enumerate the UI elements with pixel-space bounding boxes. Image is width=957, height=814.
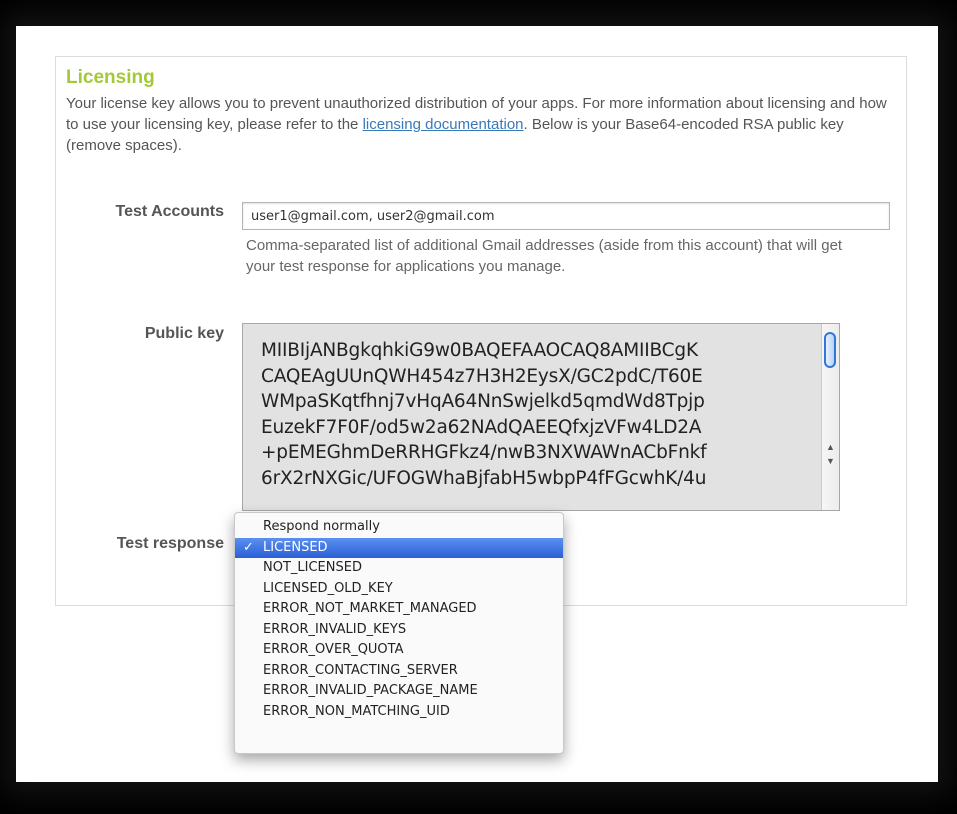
- dropdown-option-label: ERROR_OVER_QUOTA: [263, 642, 404, 657]
- test-accounts-label: Test Accounts: [115, 203, 224, 220]
- dropdown-option-label: ERROR_NON_MATCHING_UID: [263, 703, 450, 719]
- dropdown-option-label: ERROR_NOT_MARKET_MANAGED: [263, 601, 477, 616]
- licensing-documentation-link[interactable]: licensing documentation: [363, 116, 524, 133]
- public-key-line: EuzekF7F0F/od5w2a62NAdQAEEQfxjzVFw4LD2A: [261, 416, 702, 438]
- public-key-label: Public key: [144, 325, 224, 342]
- dropdown-option-label: ERROR_INVALID_KEYS: [263, 621, 407, 637]
- public-key-textarea[interactable]: MIIBIjANBgkqhkiG9w0BAQEFAAOCAQ8AMIIBCgK C…: [242, 323, 840, 511]
- test-response-label: Test response: [116, 535, 224, 552]
- test-accounts-input[interactable]: user1@gmail.com, user2@gmail.com: [242, 202, 890, 230]
- dropdown-option[interactable]: ERROR_INVALID_KEYS: [235, 620, 563, 640]
- checkmark-icon: ✓: [243, 539, 254, 555]
- dropdown-option-label: ERROR_CONTACTING_SERVER: [263, 662, 458, 678]
- screenshot-frame: Licensing Your license key allows you to…: [16, 26, 938, 782]
- dropdown-option-label: Respond normally: [263, 519, 380, 534]
- dropdown-option[interactable]: ERROR_OVER_QUOTA: [235, 640, 563, 660]
- public-key-text: MIIBIjANBgkqhkiG9w0BAQEFAAOCAQ8AMIIBCgK C…: [261, 338, 821, 491]
- dropdown-option[interactable]: NOT_LICENSED: [235, 558, 563, 578]
- dropdown-option-label: ERROR_INVALID_PACKAGE_NAME: [263, 683, 478, 698]
- public-key-line: 6rX2rNXGic/UFOGWhaBjfabH5wbpP4fFGcwhK/4u: [261, 467, 707, 489]
- dropdown-option[interactable]: ERROR_INVALID_PACKAGE_NAME: [235, 681, 563, 701]
- test-accounts-help: Comma-separated list of additional Gmail…: [246, 237, 843, 275]
- dropdown-option[interactable]: Respond normally: [235, 517, 563, 537]
- dropdown-option-label: LICENSED_OLD_KEY: [263, 580, 393, 596]
- dropdown-option[interactable]: ✓ LICENSED: [235, 537, 563, 558]
- licensing-panel: Licensing Your license key allows you to…: [55, 56, 907, 754]
- dropdown-option[interactable]: ERROR_CONTACTING_SERVER: [235, 661, 563, 681]
- scroll-up-icon[interactable]: ▲: [826, 442, 835, 452]
- public-key-line: +pEMEGhmDeRRHGFkz4/nwB3NXWAWnACbFnkf: [261, 442, 707, 463]
- test-response-dropdown-menu[interactable]: Respond normally ✓ LICENSED NOT_LICENSED LIC…: [234, 512, 564, 754]
- scroll-down-icon[interactable]: ▼: [826, 456, 835, 466]
- dropdown-option-label: LICENSED: [263, 539, 328, 555]
- public-key-line: MIIBIjANBgkqhkiG9w0BAQEFAAOCAQ8AMIIBCgK: [261, 340, 698, 361]
- public-key-line: CAQEAgUUnQWH454z7H3H2EysX/GC2pdC/T60E: [261, 365, 703, 387]
- dropdown-option[interactable]: ERROR_NOT_MARKET_MANAGED: [235, 599, 563, 619]
- dropdown-option-label: NOT_LICENSED: [263, 560, 362, 575]
- section-title: Licensing: [66, 67, 155, 88]
- scrollbar-thumb[interactable]: [824, 332, 836, 368]
- dropdown-option[interactable]: ERROR_NON_MATCHING_UID: [235, 702, 563, 722]
- section-description: Your license key allows you to prevent u…: [66, 93, 896, 156]
- dropdown-option[interactable]: LICENSED_OLD_KEY: [235, 579, 563, 599]
- public-key-scrollbar[interactable]: ▲ ▼: [821, 324, 839, 510]
- public-key-line: WMpaSKqtfhnj7vHqA64NnSwjelkd5qmdWd8Tpjp: [261, 391, 705, 412]
